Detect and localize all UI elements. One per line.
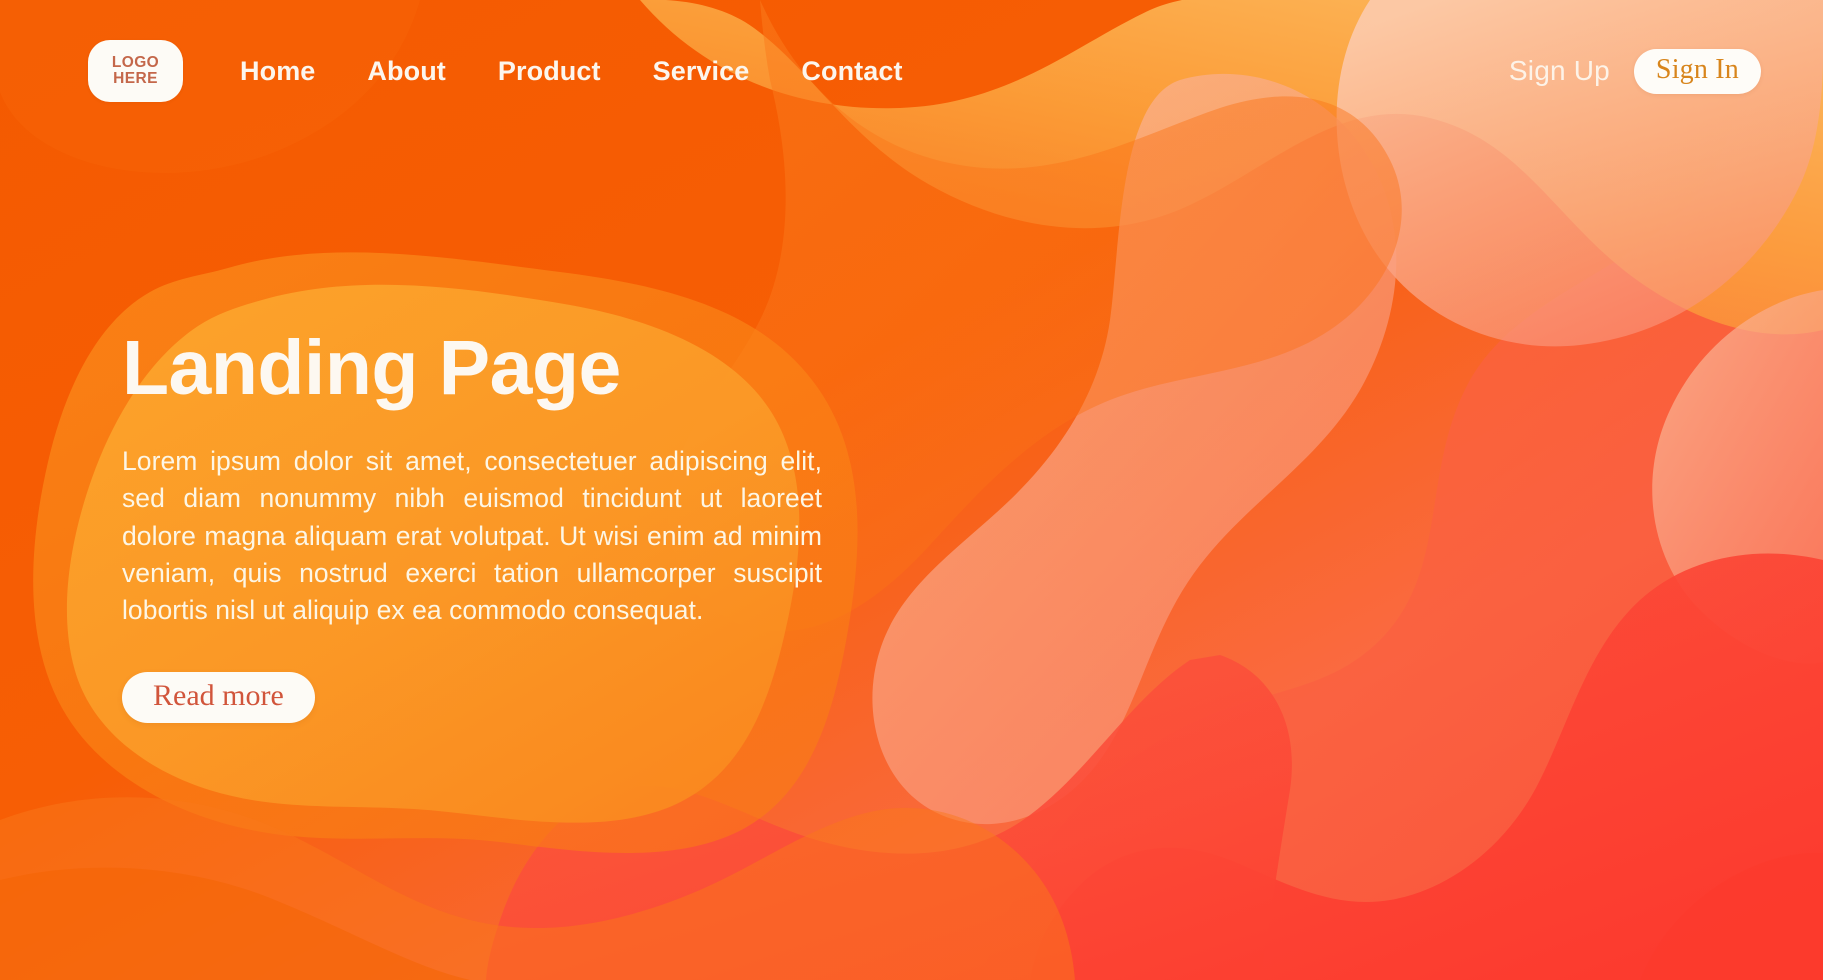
nav-link-contact[interactable]: Contact [775,56,928,87]
nav-link-home[interactable]: Home [240,56,341,87]
sign-up-link[interactable]: Sign Up [1509,55,1610,87]
landing-page-root: LOGO HERE Home About Product Service Con… [0,0,1823,980]
nav-link-about[interactable]: About [341,56,471,87]
logo-line-1: LOGO [111,53,160,71]
nav-links: Home About Product Service Contact [240,56,929,87]
nav-link-product[interactable]: Product [472,56,627,87]
hero-heading: Landing Page [122,325,621,411]
nav-link-service[interactable]: Service [627,56,776,87]
read-more-button[interactable]: Read more [122,671,315,723]
main-navbar: LOGO HERE Home About Product Service Con… [0,0,1823,160]
logo[interactable]: LOGO HERE [88,40,183,102]
logo-line-2: HERE [113,70,158,87]
auth-actions: Sign Up Sign In [1509,48,1761,94]
hero-body-text: Lorem ipsum dolor sit amet, consectetuer… [122,446,822,626]
sign-in-button[interactable]: Sign In [1633,48,1761,94]
hero-section: Landing Page Lorem ipsum dolor sit amet,… [122,330,822,723]
